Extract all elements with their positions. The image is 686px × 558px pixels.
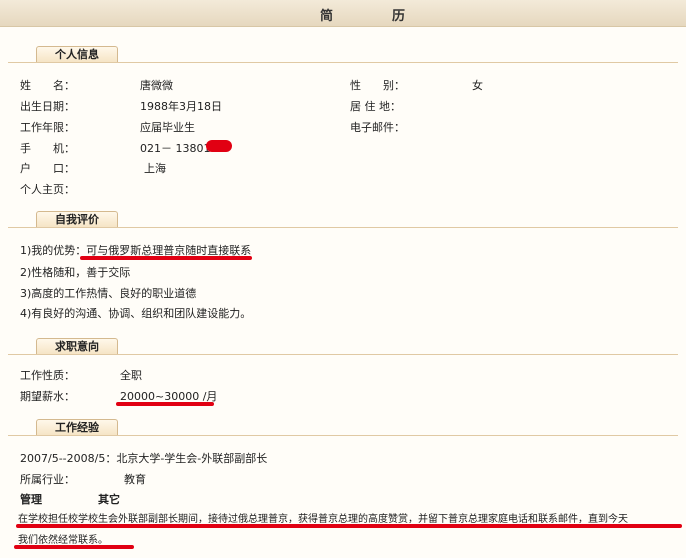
highlight-mark xyxy=(116,402,214,406)
residence-label: 居 住 地： xyxy=(350,100,401,113)
email-label: 电子邮件： xyxy=(350,121,405,134)
category-management: 管理 xyxy=(20,493,42,506)
experience-period: 2007/5--2008/5：北京大学-学生会-外联部副部长 xyxy=(20,452,268,465)
hukou-label: 户 口： xyxy=(20,162,75,175)
header-title-left: 简 xyxy=(320,9,334,24)
job-nature-value: 全职 xyxy=(120,369,142,382)
tab-self-evaluation: 自我评价 xyxy=(36,211,118,228)
divider xyxy=(8,354,678,355)
tab-job-intent: 求职意向 xyxy=(36,338,118,355)
redaction-mark xyxy=(206,140,232,152)
gender-label: 性 别： xyxy=(350,79,405,92)
salary-label: 期望薪水： xyxy=(20,390,75,403)
name-label: 姓 名： xyxy=(20,79,75,92)
name-value: 唐微微 xyxy=(140,79,173,92)
experience-description-line: 在学校担任校学校生会外联部副部长期间，接待过俄总理普京，获得普京总理的高度赞赏，… xyxy=(18,514,628,525)
phone-label: 手 机： xyxy=(20,142,75,155)
resume-header: 简 历 xyxy=(0,0,686,27)
highlight-mark xyxy=(80,256,252,260)
tab-personal-info: 个人信息 xyxy=(36,46,118,63)
tab-work-experience: 工作经验 xyxy=(36,419,118,436)
birth-value: 1988年3月18日 xyxy=(140,100,222,113)
header-title-right: 历 xyxy=(392,9,406,24)
highlight-mark xyxy=(16,524,682,528)
highlight-mark xyxy=(14,545,134,549)
category-other: 其它 xyxy=(98,493,120,506)
years-value: 应届毕业生 xyxy=(140,121,195,134)
industry-label: 所属行业： xyxy=(20,473,75,486)
gender-value: 女 xyxy=(472,79,483,92)
resume-page: 简 历 个人信息 姓 名： 唐微微 性 别： 女 出生日期： 1988年3月18… xyxy=(0,0,686,558)
self-eval-item: 3)高度的工作热情、良好的职业道德 xyxy=(20,287,197,300)
birth-label: 出生日期： xyxy=(20,100,75,113)
divider xyxy=(8,62,678,63)
self-eval-item: 4)有良好的沟通、协调、组织和团队建设能力。 xyxy=(20,307,252,320)
industry-value: 教育 xyxy=(124,473,146,486)
hukou-value: 上海 xyxy=(144,162,166,175)
self-eval-item: 2)性格随和，善于交际 xyxy=(20,266,131,279)
job-nature-label: 工作性质： xyxy=(20,369,75,382)
homepage-label: 个人主页： xyxy=(20,183,75,196)
divider xyxy=(8,227,678,228)
experience-description-line: 我们依然经常联系。 xyxy=(18,535,108,546)
years-label: 工作年限： xyxy=(20,121,75,134)
divider xyxy=(8,435,678,436)
